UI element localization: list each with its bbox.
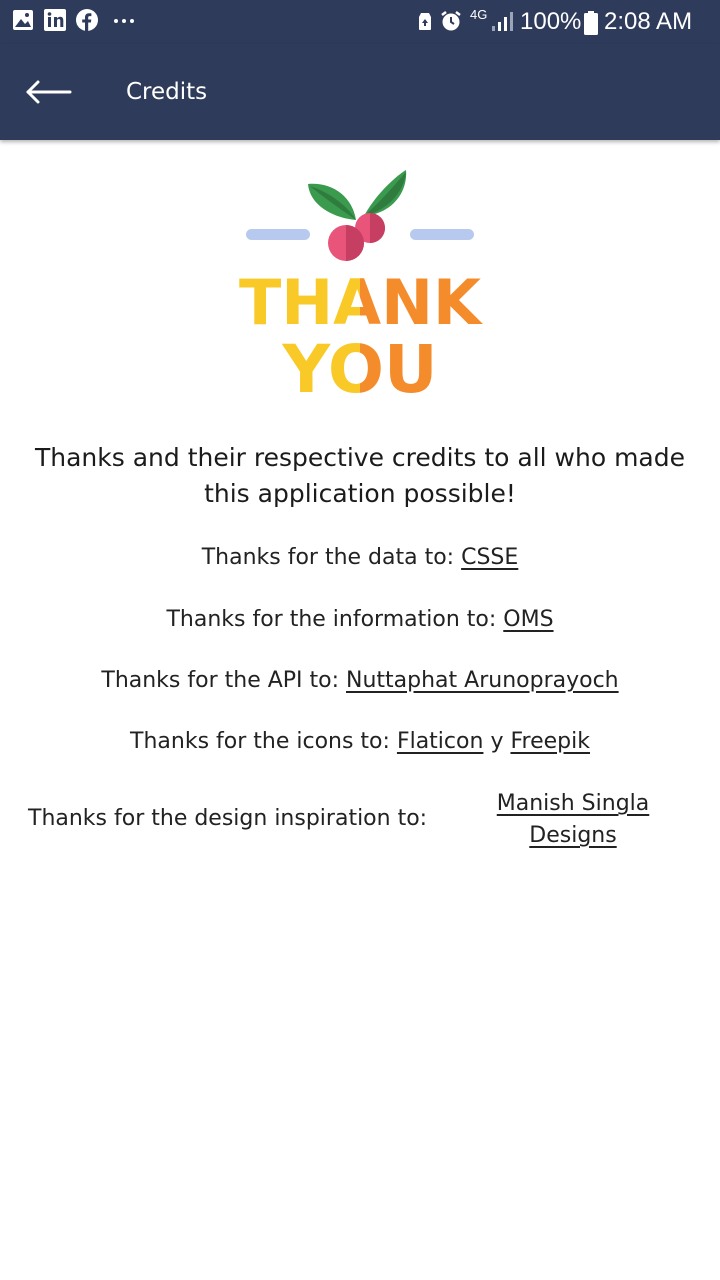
battery-percent: 100% [520, 8, 582, 35]
signal-icon [492, 12, 513, 31]
facebook-icon [76, 9, 98, 31]
link-line-1[interactable]: Manish Singla [497, 791, 650, 816]
credit-label: Thanks for the API to: [101, 668, 340, 693]
conjunction-text: y [490, 729, 504, 754]
link-freepik[interactable]: Freepik [510, 729, 590, 754]
credit-row-api: Thanks for the API to: Nuttaphat Arunopr… [0, 665, 720, 697]
holly-berries [328, 213, 385, 261]
recycle-icon [419, 13, 431, 30]
link-flaticon[interactable]: Flaticon [397, 729, 484, 754]
left-bar-shape [246, 229, 310, 240]
alarm-icon [441, 11, 461, 31]
battery-icon [584, 11, 598, 35]
link-nuttaphat[interactable]: Nuttaphat Arunoprayoch [346, 668, 619, 693]
network-type: 4G [470, 7, 488, 22]
page-title: Credits [126, 79, 208, 105]
clock-time: 2:08 AM [604, 8, 693, 35]
app-bar: Credits [0, 44, 720, 140]
link-manish-singla-designs[interactable]: Manish Singla Designs [486, 788, 660, 852]
gallery-icon [13, 10, 33, 30]
thank-you-illustration: THANK THANK YOU YOU [239, 170, 483, 402]
credit-row-information: Thanks for the information to: OMS [0, 604, 720, 636]
credit-row-data: Thanks for the data to: CSSE [0, 542, 720, 574]
holly-leaves [308, 170, 407, 220]
right-bar-shape [410, 229, 474, 240]
link-line-2[interactable]: Designs [529, 823, 616, 848]
linkedin-icon [44, 9, 66, 31]
status-right-icons: 4G 100% 2:08 AM [416, 6, 706, 38]
credit-label: Thanks for the data to: [201, 545, 455, 570]
intro-text: Thanks and their respective credits to a… [34, 443, 685, 508]
link-oms[interactable]: OMS [503, 607, 553, 632]
more-dots-icon [114, 19, 134, 23]
you-text: YOU YOU [281, 331, 437, 402]
arrow-left-icon [26, 80, 72, 104]
credit-label: Thanks for the icons to: [130, 729, 390, 754]
status-bar: 4G 100% 2:08 AM [0, 0, 720, 44]
credit-row-icons: Thanks for the icons to: Flaticon y Free… [0, 726, 720, 758]
back-button[interactable] [20, 70, 76, 114]
credit-label: Thanks for the information to: [166, 607, 497, 632]
thank-text: THANK THANK [239, 266, 483, 339]
link-csse[interactable]: CSSE [461, 545, 518, 570]
credit-label-design: Thanks for the design inspiration to: [28, 806, 428, 831]
